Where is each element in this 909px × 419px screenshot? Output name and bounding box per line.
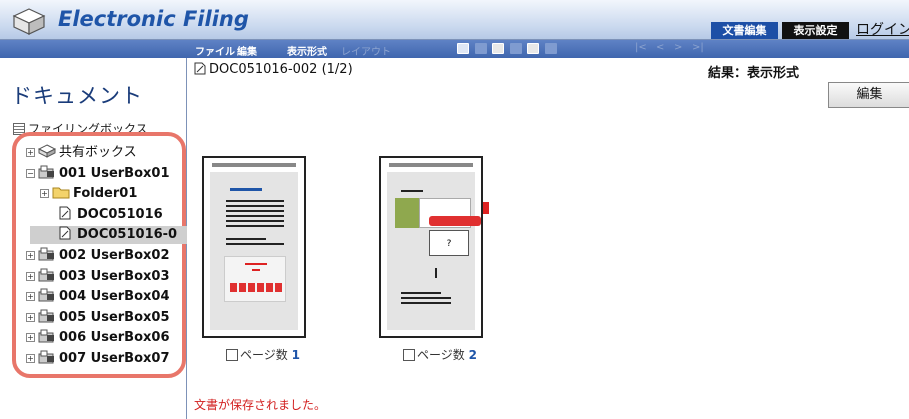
edit-button[interactable]: 編集 xyxy=(828,82,909,108)
user-box-icon xyxy=(38,268,59,286)
status-message: 文書が保存されました。 xyxy=(194,398,327,412)
page-checkbox-1[interactable] xyxy=(226,349,238,361)
page-select-1[interactable]: ページ数 1 xyxy=(226,346,300,363)
tree-item-label: 004 UserBox04 xyxy=(59,289,170,305)
cut-icon xyxy=(510,43,522,54)
expand-toggle-icon[interactable]: + xyxy=(26,312,35,322)
user-box-icon xyxy=(38,350,59,368)
tree-item-label: DOC051016 xyxy=(77,206,163,222)
tree-item-label: Folder01 xyxy=(73,186,138,202)
document-title: DOC051016-002 (1/2) xyxy=(194,62,353,77)
paste-icon xyxy=(545,43,557,54)
tree-item[interactable]: +006 UserBox06 xyxy=(26,329,170,347)
tree-item-label: 005 UserBox05 xyxy=(59,309,170,325)
document-icon xyxy=(56,226,77,244)
page-preview xyxy=(210,172,298,330)
tree-item[interactable]: + 共有ボックス xyxy=(26,144,137,162)
prev-page-icon: < xyxy=(656,42,665,53)
tree-item-label: 共有ボックス xyxy=(59,145,137,160)
expand-toggle-icon[interactable]: + xyxy=(40,189,49,199)
document-title-text: DOC051016-002 (1/2) xyxy=(209,62,353,77)
menu-file[interactable]: ファイル xyxy=(195,43,235,58)
menu-view-format[interactable]: 表示形式 xyxy=(287,43,327,58)
tree-item-label: 003 UserBox03 xyxy=(59,268,170,284)
next-page-icon: > xyxy=(674,42,683,53)
tree-item[interactable]: +004 UserBox04 xyxy=(26,288,170,306)
expand-toggle-icon[interactable]: + xyxy=(26,271,35,281)
user-box-icon xyxy=(38,309,59,327)
logo-cube-icon xyxy=(12,8,46,35)
expand-toggle-icon[interactable]: − xyxy=(26,168,35,178)
menu-edit[interactable]: 編集 xyxy=(237,43,257,58)
expand-toggle-icon[interactable]: + xyxy=(26,292,35,302)
sidebar-title: ドキュメント xyxy=(11,84,143,108)
tree-item-label: 007 UserBox07 xyxy=(59,351,170,366)
tree-item[interactable]: +003 UserBox03 xyxy=(26,268,170,286)
login-link[interactable]: ログイン xyxy=(853,22,909,39)
result-label: 結果：表示形式 xyxy=(708,66,800,81)
page-select-2[interactable]: ページ数 2 xyxy=(403,346,477,363)
tree-item[interactable]: +005 UserBox05 xyxy=(26,309,170,327)
user-box-icon xyxy=(38,247,59,265)
tree-item[interactable]: − 001 UserBox01 xyxy=(26,165,170,183)
menu-layout[interactable]: レイアウト xyxy=(341,43,391,58)
user-box-icon xyxy=(38,288,59,306)
tree-item[interactable]: + Folder01 xyxy=(40,185,137,203)
tree-item[interactable]: +002 UserBox02 xyxy=(26,247,170,265)
tree-item-label: 001 UserBox01 xyxy=(59,165,170,181)
tree-item-label: 002 UserBox02 xyxy=(59,248,170,263)
app-title: Electronic Filing xyxy=(58,7,249,31)
edit-document-button[interactable]: 文書編集 xyxy=(711,22,778,39)
expand-toggle-icon[interactable]: + xyxy=(26,148,35,157)
sidebar-toolbar-strip xyxy=(0,40,187,58)
folder-icon xyxy=(52,185,73,203)
document-icon xyxy=(194,62,206,75)
tree-item-label: DOC051016-0 xyxy=(77,227,178,243)
expand-toggle-icon[interactable]: + xyxy=(26,354,35,363)
shared-box-icon xyxy=(38,144,59,162)
document-icon xyxy=(56,206,77,224)
page-checkbox-2[interactable] xyxy=(403,349,415,361)
page-thumbnail-1[interactable] xyxy=(202,156,306,338)
print-icon[interactable] xyxy=(492,43,504,54)
sidebar: ドキュメント ファイリングボックス + 共有ボックス −001 UserBox01 +… xyxy=(0,40,187,419)
tree-item[interactable]: DOC051016-0 xyxy=(30,226,187,245)
app-header: Electronic Filing 文書編集 表示設定 ログイン xyxy=(0,0,909,40)
page-thumbnail-2[interactable]: ? xyxy=(379,156,489,338)
toolbar: ファイル 編集 表示形式 レイアウト |< < > >| xyxy=(187,40,909,58)
last-page-icon: >| xyxy=(692,42,704,53)
tree-item[interactable]: +007 UserBox07 xyxy=(26,350,170,368)
save-disabled-icon xyxy=(475,43,487,54)
first-page-icon: |< xyxy=(635,42,647,53)
electronic-filing-window: Electronic Filing 文書編集 表示設定 ログイン ドキュメント … xyxy=(0,0,909,419)
user-box-icon xyxy=(38,329,59,347)
display-settings-button[interactable]: 表示設定 xyxy=(782,22,849,39)
expand-toggle-icon[interactable]: + xyxy=(26,333,35,343)
page-preview: ? xyxy=(387,172,489,330)
save-icon[interactable] xyxy=(457,43,469,54)
copy-icon[interactable] xyxy=(527,43,539,54)
expand-toggle-icon[interactable]: + xyxy=(26,251,35,260)
tree-item-label: 006 UserBox06 xyxy=(59,330,170,346)
tree-item[interactable]: DOC051016 xyxy=(56,206,163,224)
user-box-icon xyxy=(38,165,59,183)
